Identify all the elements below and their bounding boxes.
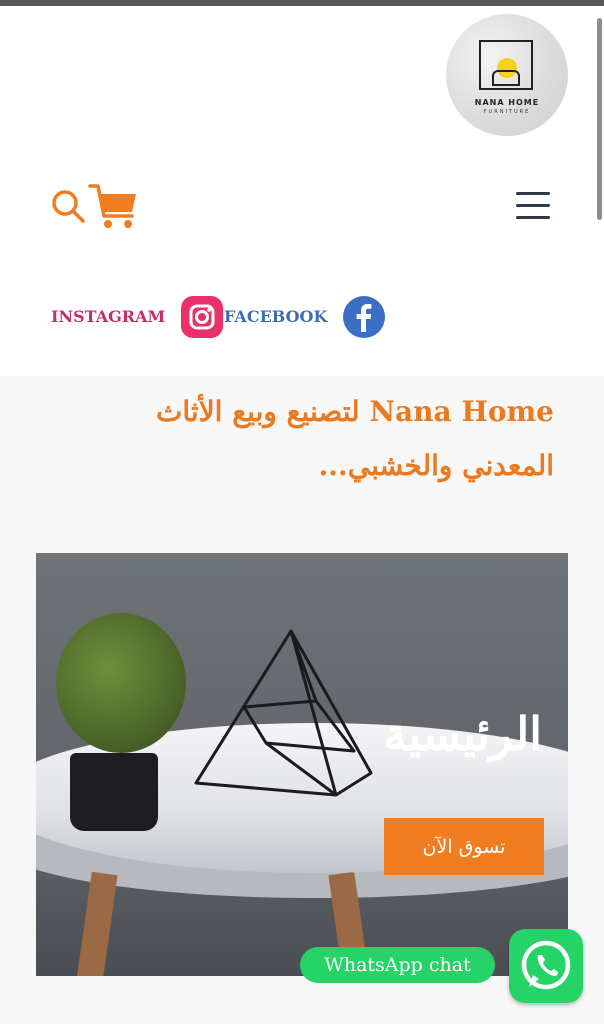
facebook-icon[interactable] xyxy=(343,296,385,338)
shop-now-button[interactable]: تسوق الآن xyxy=(384,818,544,875)
logo-brand-name: NANA HOME xyxy=(474,98,540,107)
logo-chair-graphic xyxy=(492,70,520,86)
logo-brand-subtitle: FURNITURE xyxy=(483,109,531,115)
search-icon[interactable] xyxy=(50,188,86,224)
hamburger-menu-icon[interactable] xyxy=(516,192,554,222)
whatsapp-chat-label[interactable]: WhatsApp chat xyxy=(300,947,495,983)
menu-bar xyxy=(516,192,550,195)
whatsapp-icon xyxy=(521,940,571,990)
instagram-link[interactable]: INSTAGRAM xyxy=(51,307,165,326)
hero-title: الرئيسية xyxy=(383,707,542,761)
menu-bar xyxy=(516,216,550,219)
page-scrollbar[interactable] xyxy=(597,18,602,220)
hero-plant-pot xyxy=(70,753,158,831)
hero-table-leg xyxy=(76,871,118,976)
facebook-link[interactable]: FACEBOOK xyxy=(224,307,327,326)
menu-bar xyxy=(516,204,550,207)
whatsapp-button[interactable] xyxy=(509,929,583,1003)
hero-banner: الرئيسية تسوق الآن xyxy=(36,553,568,976)
site-logo[interactable]: NANA HOME FURNITURE xyxy=(446,14,568,136)
hero-wire-pyramid xyxy=(194,629,373,797)
hero-plant xyxy=(56,613,186,753)
page-headline: Nana Home لتصنيع وبيع الأثاث المعدني وال… xyxy=(156,395,554,482)
instagram-icon[interactable] xyxy=(181,296,223,338)
cart-icon[interactable] xyxy=(88,182,140,230)
